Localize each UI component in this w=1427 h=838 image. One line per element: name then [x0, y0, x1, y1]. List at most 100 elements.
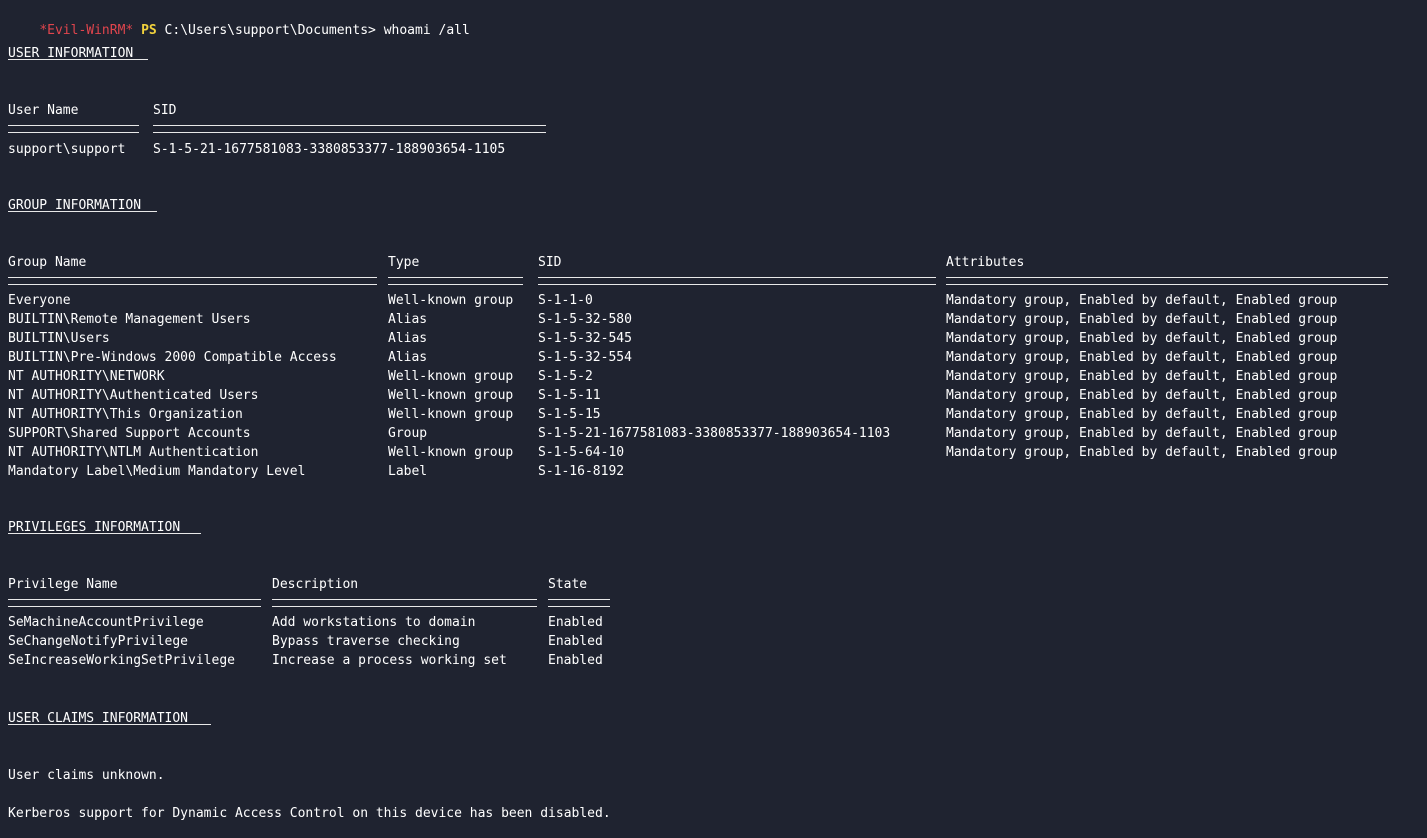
table-row: SeMachineAccountPrivilege Add workstatio… — [8, 613, 708, 632]
group-sid-cell: S-1-5-15 — [538, 407, 601, 422]
user-info-title-rule — [8, 59, 148, 60]
table-row: BUILTIN\Pre-Windows 2000 Compatible Acce… — [8, 348, 1418, 367]
group-sid-cell: S-1-1-0 — [538, 293, 593, 308]
table-row: NT AUTHORITY\Authenticated Users Well-kn… — [8, 386, 1418, 405]
table-row: BUILTIN\Users Alias S-1-5-32-545 Mandato… — [8, 329, 1418, 348]
user-info-section-title: USER INFORMATION — [8, 44, 208, 63]
privileges-info-section-title: PRIVILEGES INFORMATION — [8, 518, 258, 537]
group-attributes-cell: Mandatory group, Enabled by default, Ena… — [946, 293, 1338, 308]
priv-col-header-name: Privilege Name — [8, 577, 118, 592]
group-attributes-cell: Mandatory group, Enabled by default, Ena… — [946, 350, 1338, 365]
table-row: Mandatory Label\Medium Mandatory Level L… — [8, 462, 1418, 481]
privileges-info-title: PRIVILEGES INFORMATION — [8, 520, 181, 535]
privileges-info-title-rule — [8, 533, 201, 534]
group-sid-cell: S-1-5-32-554 — [538, 350, 632, 365]
group-type-cell: Alias — [388, 350, 428, 365]
active-prompt-line[interactable]: *Evil-WinRM* PS C:\Users\support\Documen… — [8, 820, 379, 838]
group-info-section-title: GROUP INFORMATION — [8, 196, 208, 215]
table-row: SUPPORT\Shared Support Accounts Group S-… — [8, 424, 1418, 443]
group-sid-cell: S-1-5-11 — [538, 388, 601, 403]
priv-state-cell: Enabled — [548, 634, 603, 649]
user-table-header: User Name SID — [8, 101, 708, 120]
user-table-underline — [8, 122, 708, 134]
group-name-cell: BUILTIN\Users — [8, 331, 110, 346]
command-text: whoami /all — [383, 23, 470, 38]
priv-state-cell: Enabled — [548, 615, 603, 630]
privileges-table-header: Privilege Name Description State — [8, 575, 708, 594]
user-col-underline-sid — [153, 125, 546, 133]
group-name-cell: NT AUTHORITY\NETWORK — [8, 369, 165, 384]
group-type-cell: Label — [388, 464, 428, 479]
table-row: NT AUTHORITY\NETWORK Well-known group S-… — [8, 367, 1418, 386]
group-sid-cell: S-1-5-32-580 — [538, 312, 632, 327]
table-row: NT AUTHORITY\This Organization Well-know… — [8, 405, 1418, 424]
group-type-cell: Alias — [388, 331, 428, 346]
privileges-table-underline — [8, 596, 708, 608]
table-row: SeChangeNotifyPrivilege Bypass traverse … — [8, 632, 708, 651]
group-type-cell: Well-known group — [388, 407, 514, 422]
group-name-cell: Mandatory Label\Medium Mandatory Level — [8, 464, 306, 479]
table-row: support\support S-1-5-21-1677581083-3380… — [8, 140, 808, 159]
priv-description-cell: Bypass traverse checking — [272, 634, 460, 649]
group-sid-cell: S-1-5-2 — [538, 369, 593, 384]
priv-col-underline-name — [8, 599, 261, 607]
user-col-header-sid: SID — [153, 103, 177, 118]
priv-col-header-description: Description — [272, 577, 359, 592]
group-attributes-cell: Mandatory group, Enabled by default, Ena… — [946, 369, 1338, 384]
table-row: BUILTIN\Remote Management Users Alias S-… — [8, 310, 1418, 329]
prompt-path: C:\Users\support\Documents> — [164, 23, 376, 38]
group-name-cell: NT AUTHORITY\Authenticated Users — [8, 388, 259, 403]
priv-name-cell: SeIncreaseWorkingSetPrivilege — [8, 653, 235, 668]
priv-col-underline-state — [548, 599, 610, 607]
table-row: SeIncreaseWorkingSetPrivilege Increase a… — [8, 651, 708, 670]
claims-info-title: USER CLAIMS INFORMATION — [8, 711, 189, 726]
priv-description-cell: Increase a process working set — [272, 653, 507, 668]
group-name-cell: Everyone — [8, 293, 71, 308]
group-name-cell: BUILTIN\Pre-Windows 2000 Compatible Acce… — [8, 350, 337, 365]
group-type-cell: Well-known group — [388, 293, 514, 308]
priv-col-underline-description — [272, 599, 537, 607]
group-col-underline-type — [388, 277, 523, 285]
group-attributes-cell: Mandatory group, Enabled by default, Ena… — [946, 407, 1338, 422]
group-col-underline-attributes — [946, 277, 1388, 285]
group-sid-cell: S-1-16-8192 — [538, 464, 625, 479]
group-type-cell: Group — [388, 426, 428, 441]
group-col-underline-sid — [538, 277, 936, 285]
group-info-title: GROUP INFORMATION — [8, 198, 142, 213]
user-info-title: USER INFORMATION — [8, 46, 134, 61]
prompt-evil-winrm: *Evil-WinRM* — [39, 23, 134, 38]
group-name-cell: NT AUTHORITY\NTLM Authentication — [8, 445, 259, 460]
group-attributes-cell: Mandatory group, Enabled by default, Ena… — [946, 312, 1338, 327]
priv-state-cell: Enabled — [548, 653, 603, 668]
user-sid-cell: S-1-5-21-1677581083-3380853377-188903654… — [153, 142, 506, 157]
group-name-cell: SUPPORT\Shared Support Accounts — [8, 426, 251, 441]
priv-name-cell: SeMachineAccountPrivilege — [8, 615, 204, 630]
group-col-header-name: Group Name — [8, 255, 87, 270]
group-table-header: Group Name Type SID Attributes — [8, 253, 1418, 272]
priv-name-cell: SeChangeNotifyPrivilege — [8, 634, 189, 649]
group-col-header-sid: SID — [538, 255, 562, 270]
privileges-table-body: SeMachineAccountPrivilege Add workstatio… — [8, 613, 708, 670]
group-type-cell: Well-known group — [388, 388, 514, 403]
claims-info-section-title: USER CLAIMS INFORMATION — [8, 709, 258, 728]
group-attributes-cell: Mandatory group, Enabled by default, Ena… — [946, 331, 1338, 346]
group-type-cell: Alias — [388, 312, 428, 327]
user-name-cell: support\support — [8, 142, 126, 157]
priv-description-cell: Add workstations to domain — [272, 615, 476, 630]
group-sid-cell: S-1-5-21-1677581083-3380853377-188903654… — [538, 426, 891, 441]
group-type-cell: Well-known group — [388, 369, 514, 384]
group-col-header-attributes: Attributes — [946, 255, 1025, 270]
terminal-window[interactable]: *Evil-WinRM* PS C:\Users\support\Documen… — [0, 0, 1427, 838]
group-type-cell: Well-known group — [388, 445, 514, 460]
group-sid-cell: S-1-5-64-10 — [538, 445, 625, 460]
group-col-header-type: Type — [388, 255, 420, 270]
group-table-body: Everyone Well-known group S-1-1-0 Mandat… — [8, 291, 1418, 481]
command-line: *Evil-WinRM* PS C:\Users\support\Documen… — [8, 2, 469, 38]
group-col-underline-name — [8, 277, 377, 285]
user-col-underline-username — [8, 125, 139, 133]
priv-col-header-state: State — [548, 577, 588, 592]
table-row: Everyone Well-known group S-1-1-0 Mandat… — [8, 291, 1418, 310]
table-row: NT AUTHORITY\NTLM Authentication Well-kn… — [8, 443, 1418, 462]
group-attributes-cell: Mandatory group, Enabled by default, Ena… — [946, 445, 1338, 460]
group-name-cell: NT AUTHORITY\This Organization — [8, 407, 243, 422]
